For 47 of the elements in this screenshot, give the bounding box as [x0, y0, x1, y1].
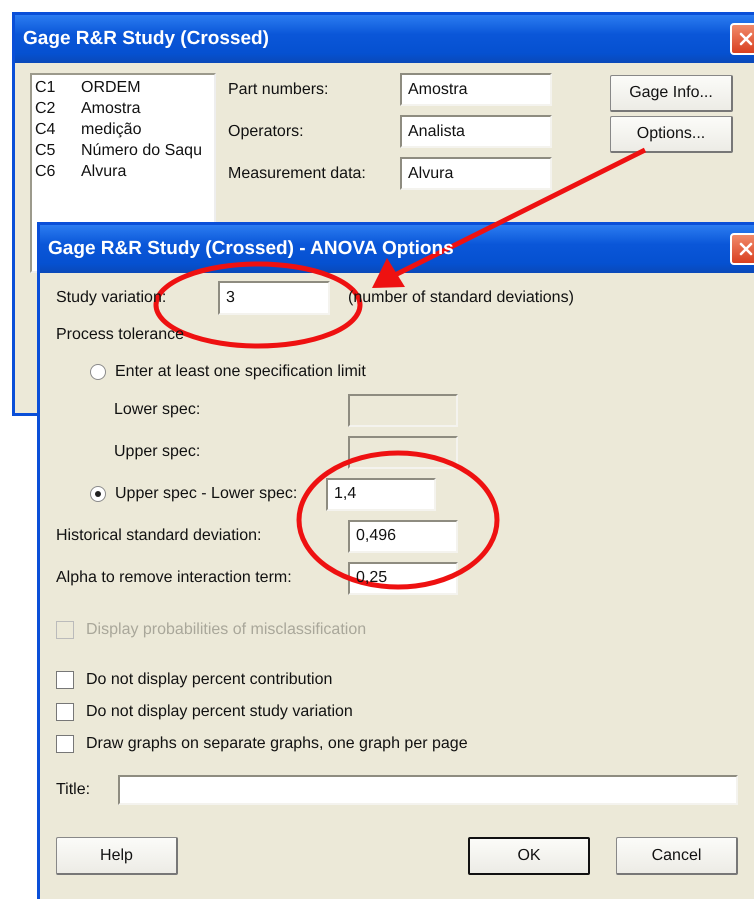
checkbox-label[interactable]: Do not display percent study variation [86, 703, 353, 721]
dialog-button[interactable]: Options... [610, 116, 733, 153]
field-label: Upper spec: [113, 443, 202, 461]
dialog-button[interactable]: Cancel [616, 837, 738, 875]
group-label: Process tolerance [56, 325, 186, 345]
input-field[interactable]: 0,496 [348, 520, 458, 552]
close-button[interactable] [730, 233, 754, 265]
field-label: Title: [56, 781, 92, 799]
radio-button[interactable] [90, 364, 106, 380]
input-field[interactable]: Alvura [400, 157, 552, 190]
field-label: Operators: [228, 122, 305, 140]
list-item-name[interactable]: Amostra [81, 100, 141, 118]
field-label: Part numbers: [228, 80, 330, 98]
close-icon [739, 32, 753, 46]
input-field[interactable] [118, 775, 738, 805]
list-item-id[interactable]: C2 [35, 100, 81, 118]
radio-label[interactable]: Enter at least one specification limit [115, 363, 366, 381]
input-field[interactable]: Analista [400, 115, 552, 148]
list-item-name[interactable]: medição [81, 120, 142, 138]
window-title: Gage R&R Study (Crossed) [23, 28, 269, 50]
checkbox-label[interactable]: Draw graphs on separate graphs, one graph per page [86, 735, 468, 753]
list-item-name[interactable]: Número do Saqu [81, 142, 202, 160]
checkbox[interactable] [56, 703, 74, 721]
dialog-button[interactable]: Gage Info... [610, 75, 733, 112]
checkbox-label: Display probabilities of misclassification [86, 621, 366, 639]
checkbox[interactable] [56, 671, 74, 689]
input-field[interactable]: Amostra [400, 73, 552, 106]
radio-button[interactable] [90, 486, 106, 502]
close-icon [739, 242, 753, 256]
list-item-id[interactable]: C5 [35, 142, 81, 160]
dialog-button[interactable]: OK [468, 837, 590, 875]
input-field[interactable]: 3 [218, 281, 330, 315]
field-label: Alpha to remove interaction term: [56, 569, 293, 587]
list-item-id[interactable]: C1 [35, 78, 81, 96]
list-item-name[interactable]: Alvura [81, 162, 126, 180]
checkbox-label[interactable]: Do not display percent contribution [86, 671, 332, 689]
input-field[interactable]: 1,4 [326, 478, 436, 510]
list-item-name[interactable]: ORDEM [81, 78, 141, 96]
list-item-id[interactable]: C4 [35, 120, 81, 138]
field-label: Measurement data: [228, 164, 367, 182]
dialog-button[interactable]: Help [56, 837, 178, 875]
radio-label[interactable]: Upper spec - Lower spec: [115, 485, 326, 503]
close-button[interactable] [730, 23, 754, 55]
field-label: Historical standard deviation: [56, 527, 262, 545]
list-item-id[interactable]: C6 [35, 162, 81, 180]
field-label: Lower spec: [113, 401, 202, 419]
checkbox[interactable] [56, 735, 74, 753]
